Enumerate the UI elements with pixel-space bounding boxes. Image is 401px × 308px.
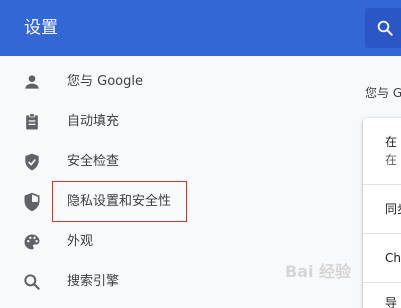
sidebar-item-safety-check[interactable]: 安全检查 — [0, 142, 340, 182]
card-row-subtitle: 在 — [385, 153, 398, 167]
sidebar-item-label: 外观 — [67, 234, 94, 249]
card-row[interactable]: 导 — [363, 283, 401, 308]
person-icon — [25, 75, 39, 89]
app-header: 设置 — [0, 0, 401, 56]
card-row-title: 导 — [385, 296, 398, 308]
page-title: 设置 — [24, 18, 58, 38]
sidebar-item-label: 安全检查 — [67, 154, 120, 169]
shield-half-icon — [24, 192, 40, 212]
sidebar-item-you-and-google[interactable]: 您与 Google — [0, 62, 340, 102]
card-row-title: 在 — [385, 135, 398, 149]
card-row[interactable]: Ch — [363, 234, 401, 283]
search-icon — [377, 20, 393, 36]
search-icon — [24, 274, 40, 290]
settings-card: 在 在 同步 Ch 导 — [363, 118, 401, 308]
sidebar-item-autofill[interactable]: 自动填充 — [0, 102, 340, 142]
sidebar-item-label: 搜索引擎 — [67, 274, 120, 289]
sidebar-item-label: 自动填充 — [67, 114, 120, 129]
section-heading: 您与 G — [365, 86, 401, 100]
shield-check-icon — [25, 153, 39, 171]
card-row-title: Ch — [385, 251, 401, 265]
card-row[interactable]: 在 在 — [363, 118, 401, 185]
card-row[interactable]: 同步 — [363, 185, 401, 234]
highlight-annotation — [52, 181, 187, 222]
search-button[interactable] — [365, 8, 401, 48]
watermark: Bai 经验 — [285, 262, 352, 281]
palette-icon — [24, 234, 40, 250]
sidebar-item-appearance[interactable]: 外观 — [0, 222, 340, 262]
clipboard-icon — [26, 113, 38, 130]
sidebar-item-label: 您与 Google — [67, 74, 143, 89]
card-row-title: 同步 — [385, 202, 401, 216]
